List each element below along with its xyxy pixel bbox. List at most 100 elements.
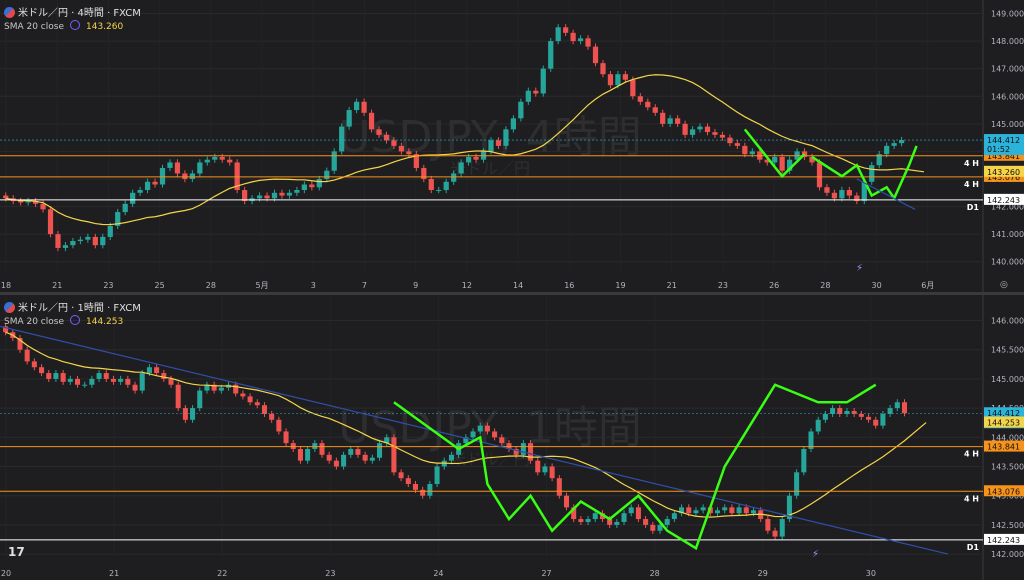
x-tick-label: 14 [513,281,523,290]
candle-up [137,190,143,193]
candle-up [667,118,673,124]
sma-price-label: 144.253 [987,419,1020,428]
candle-up [256,195,263,199]
candle-down [712,132,718,135]
candle-down [499,437,505,444]
candle-up [341,454,347,467]
sma-legend-1h[interactable]: SMA 20 close 144.253 [4,315,123,327]
candle-down [391,437,397,473]
candle-up [540,68,546,94]
candle-down [635,507,641,520]
candle-down [779,156,785,171]
candle-up [354,101,360,111]
usd-jpy-flag-icon [4,7,15,18]
candle-up [448,454,454,461]
level-timeframe-tag: 4 H [964,450,979,459]
y-tick-label: 147.000 [991,65,1024,74]
event-lightning-icon: ⚡ [856,263,863,274]
candle-down [585,38,591,47]
candle-down [492,431,498,438]
candle-down [660,112,666,124]
candle-down [772,530,778,537]
usd-jpy-flag-icon [4,302,15,313]
x-tick-label: 3 [311,281,316,290]
candle-down [412,484,419,490]
candle-up [555,27,561,42]
candle-up [197,162,203,174]
candle-up [427,484,433,496]
y-tick-label: 145.500 [991,346,1024,355]
candle-down [227,159,233,163]
indicator-settings-icon[interactable] [70,20,80,30]
candle-up [130,192,136,204]
candle-up [880,413,886,426]
y-tick-label: 145.000 [991,375,1024,384]
candle-down [406,151,412,155]
x-tick-label: 16 [564,281,574,290]
candle-up [801,448,807,473]
symbol-title-1h[interactable]: 米ドル／円 · 1時間 · FXCM [4,299,141,314]
candle-down [578,519,584,522]
candle-down [630,79,636,97]
x-tick-label: 25 [155,281,165,290]
candle-up [585,519,591,522]
candle-up [664,519,670,525]
chart-4h-svg[interactable]: 140.000141.000142.000143.000144.000145.0… [0,0,1024,292]
x-tick-label: 30 [871,281,881,290]
candle-down [901,402,908,414]
candle-down [600,63,606,75]
candle-up [510,118,517,130]
candle-up [518,101,524,119]
candle-down [125,378,131,385]
candle-up [346,110,352,127]
candle-down [570,32,576,42]
candle-up [100,236,106,246]
candle-up [884,145,890,155]
candle-down [152,181,158,185]
candle-up [451,173,457,182]
candle-down [46,373,52,379]
candle-down [607,74,614,86]
y-tick-label: 146.000 [991,317,1024,326]
candle-down [60,373,66,382]
x-tick-label: 23 [103,281,113,290]
candle-down [362,454,368,461]
level-price-label: 143.076 [987,487,1020,496]
chart-1h-svg[interactable]: 142.000142.500143.000143.500144.000144.5… [0,295,1024,580]
candle-up [749,151,755,155]
candle-up [286,192,293,196]
level-timeframe-tag: 4 H [964,494,979,503]
candle-down [729,507,735,514]
candle-down [290,443,296,449]
candle-up [122,203,128,213]
candle-down [549,466,555,479]
candle-down [592,46,599,64]
candle-down [132,384,138,391]
candle-down [31,361,37,368]
level-price-label: 142.243 [987,536,1020,545]
chart-pane-4h[interactable]: 140.000141.000142.000143.000144.000145.0… [0,0,1024,292]
candle-down [398,472,404,479]
candle-down [40,203,46,210]
y-tick-label: 145.000 [991,120,1024,129]
candle-down [361,101,367,113]
candle-down [247,396,253,403]
candle-down [704,126,711,133]
candle-down [528,443,534,461]
y-tick-label: 140.000 [991,258,1024,267]
candle-down [563,495,570,508]
candle-down [92,236,98,246]
candle-up [197,390,203,409]
candle-up [503,129,509,146]
candle-up [167,162,173,168]
candle-down [276,419,282,432]
candle-up [815,419,821,432]
indicator-settings-icon[interactable] [70,315,80,325]
chart-pane-1h[interactable]: 142.000142.500143.000143.500144.000144.5… [0,295,1024,580]
candle-up [294,190,300,193]
sma-legend-4h[interactable]: SMA 20 close 143.260 [4,20,123,32]
x-tick-label: 28 [206,281,216,290]
candle-up [898,140,905,144]
candle-up [615,74,621,86]
symbol-title-4h[interactable]: 米ドル／円 · 4時間 · FXCM [4,4,141,19]
